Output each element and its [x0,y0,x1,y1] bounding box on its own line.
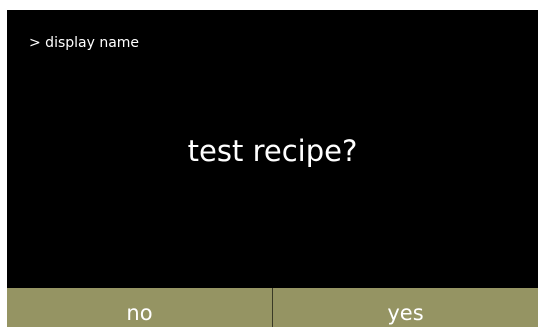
dialog-screen: > display name test recipe? no yes [7,10,538,327]
yes-button-label: yes [387,301,424,325]
yes-button[interactable]: yes [273,288,538,327]
confirmation-prompt: test recipe? [187,134,358,168]
no-button[interactable]: no [7,288,272,327]
breadcrumb: > display name [29,35,140,51]
no-button-label: no [126,301,153,325]
button-bar: no yes [7,288,538,327]
